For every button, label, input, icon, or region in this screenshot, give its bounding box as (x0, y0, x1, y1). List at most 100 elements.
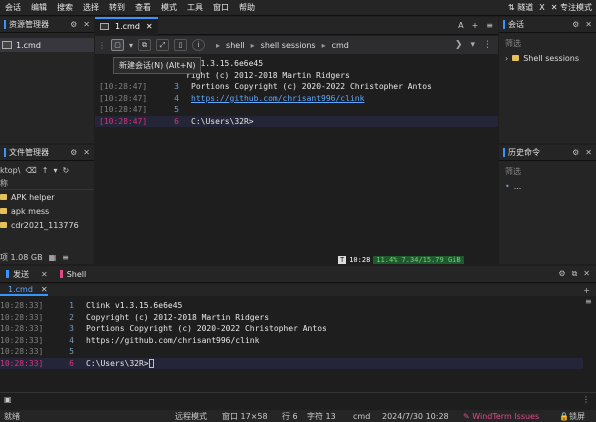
new-tab-button[interactable]: + (472, 21, 479, 30)
close-icon[interactable]: ✕ (583, 269, 590, 279)
menu-session[interactable]: 会话 (0, 2, 26, 13)
bottom-terminal[interactable]: 10:28:33] 1 Clink v1.3.15.6e6e45 10:28:33]… (0, 297, 583, 391)
tab-bottom-1cmd[interactable]: 1.cmd ✕ (0, 284, 48, 296)
close-tab-icon[interactable]: ✕ (41, 285, 48, 294)
x-button[interactable]: X (539, 3, 544, 12)
column-name[interactable]: 称 (0, 178, 8, 189)
status-window: 窗口 17×58 (222, 411, 268, 421)
tab-shell[interactable]: Shell (54, 270, 93, 279)
menu-tools[interactable]: 工具 (182, 2, 208, 13)
issues-link[interactable]: ✎ WindTerm Issues (463, 412, 539, 421)
history-item[interactable]: • ... (499, 179, 596, 193)
folder-icon (0, 222, 7, 228)
more-icon[interactable]: ⋮ (582, 395, 596, 404)
open-session-button[interactable]: ⤢ (156, 39, 170, 51)
next-icon[interactable]: ❯ (455, 40, 463, 50)
menu-mode[interactable]: 模式 (156, 2, 182, 13)
menu-edit[interactable]: 编辑 (26, 2, 52, 13)
status-ready: 就绪 (4, 411, 20, 421)
status-mode[interactable]: 远程模式 (175, 411, 207, 422)
close-icon[interactable]: ✕ (83, 20, 90, 29)
restore-icon[interactable]: ⧉ (572, 269, 578, 279)
history-filter[interactable]: 筛选 (503, 165, 592, 177)
focus-icon: ✕ (550, 3, 558, 12)
menu-goto[interactable]: 转到 (104, 2, 130, 13)
explorer-item-1cmd[interactable]: 1.cmd (0, 38, 94, 52)
list-view-icon[interactable]: ≡ (62, 253, 69, 262)
tab-1cmd[interactable]: 1.cmd ✕ (95, 16, 158, 35)
folder-icon (512, 55, 520, 61)
session-group-shell[interactable]: › Shell sessions (499, 51, 596, 65)
menu-help[interactable]: 帮助 (234, 2, 260, 13)
tunnel-button[interactable]: ⇅ 隧道 (508, 2, 533, 13)
close-icon[interactable]: ✕ (585, 20, 592, 29)
copy-session-button[interactable]: ⧉ (138, 39, 152, 51)
breadcrumb-shell-sessions[interactable]: shell sessions (261, 41, 316, 50)
settings-icon[interactable]: ⚙ (70, 148, 77, 157)
dropdown-icon[interactable]: ▾ (129, 41, 133, 50)
tab-send[interactable]: 发送 ✕ (0, 269, 54, 280)
path-input[interactable]: ktop\ (0, 166, 20, 175)
reconnect-button[interactable]: ▯ (174, 39, 188, 51)
settings-icon[interactable]: ⚙ (558, 269, 565, 279)
timestamp: 10:28:33] (0, 324, 44, 334)
menu-icon[interactable]: ≡ (585, 297, 592, 306)
menu-bar: 会话 编辑 搜索 选择 转到 查看 模式 工具 窗口 帮助 ⇅ 隧道 X ✕ 专… (0, 0, 596, 16)
menu-search[interactable]: 搜索 (52, 2, 78, 13)
status-time: 10:28 (349, 255, 371, 264)
close-tab-icon[interactable]: ✕ (146, 22, 153, 31)
send-icon[interactable]: ▣ (4, 395, 12, 404)
more-icon[interactable]: ⋮ (483, 40, 492, 50)
grid-view-icon[interactable]: ▦ (49, 253, 57, 262)
breadcrumb-cmd[interactable]: cmd (332, 41, 349, 50)
close-icon[interactable]: ✕ (41, 270, 48, 279)
refresh-icon[interactable]: ↻ (62, 166, 69, 175)
font-button[interactable]: A (458, 21, 463, 30)
bottom-tab-bar: 发送 ✕ Shell ⚙ ⧉ ✕ (0, 266, 596, 283)
close-icon[interactable]: ✕ (585, 148, 592, 157)
main-terminal[interactable]: k v1.3.15.6e6e45 right (c) 2012-2018 Mar… (95, 55, 498, 252)
clink-link[interactable]: https://github.com/chrisant996/clink (191, 94, 364, 103)
settings-icon[interactable]: ⚙ (572, 20, 579, 29)
add-tab-icon[interactable]: + (583, 286, 596, 295)
clear-icon[interactable]: ⌫ (25, 166, 36, 175)
timestamp: 10:28:33] (0, 301, 44, 311)
dropdown-icon[interactable]: ▾ (470, 40, 475, 50)
terminal-line: Copyright (c) 2012-2018 Martin Ridgers (86, 312, 270, 322)
sessions-filter[interactable]: 筛选 (503, 37, 592, 49)
settings-icon[interactable]: ⚙ (70, 20, 77, 29)
info-icon[interactable]: i (192, 39, 206, 51)
up-arrow-icon[interactable]: ↑ (42, 166, 49, 175)
file-row[interactable]: apk mess (0, 204, 94, 218)
timestamp: 10:28:33] (0, 335, 44, 345)
sessions-panel: 会话 ⚙ ✕ 筛选 › Shell sessions (499, 17, 596, 143)
close-icon[interactable]: ✕ (83, 148, 90, 157)
file-row[interactable]: APK helper (0, 190, 94, 204)
menu-window[interactable]: 窗口 (208, 2, 234, 13)
terminal-line: right (c) 2012-2018 Martin Ridgers (186, 70, 350, 80)
history-panel: 历史命令 ⚙ ✕ 筛选 • ... (499, 145, 596, 264)
line-number: 5 (174, 105, 179, 115)
new-session-button[interactable]: ▢ (111, 39, 124, 51)
terminal-icon (100, 23, 109, 30)
lock-screen-button[interactable]: 🔒锁屏 (559, 411, 585, 422)
line-number: 5 (69, 347, 74, 357)
line-number: 1 (69, 301, 74, 311)
file-manager-panel: 文件管理器 ⚙ ✕ ktop\ ⌫ ↑ ▾ ↻ 称 APK helper apk … (0, 145, 94, 264)
prompt-line: C:\Users\32R> (86, 358, 149, 368)
dropdown-icon[interactable]: ▾ (53, 166, 57, 175)
text-cursor (148, 358, 154, 368)
menu-view[interactable]: 查看 (130, 2, 156, 13)
settings-icon[interactable]: ⚙ (572, 148, 579, 157)
terminal-status: T 10:28 11.4% 7.34/15.79 GiB (338, 254, 464, 265)
tab-menu-button[interactable]: ≡ (486, 21, 493, 30)
focus-mode-button[interactable]: ✕ 专注模式 (551, 2, 592, 13)
lock-icon: 🔒 (559, 411, 569, 421)
timestamp: 10:28:33] (0, 347, 44, 357)
line-number: 4 (69, 335, 74, 345)
bottom-session-tabs: 1.cmd ✕ + (0, 284, 596, 296)
timestamp: [10:28:47] (99, 93, 148, 103)
file-row[interactable]: cdr2021_113776 (0, 218, 94, 232)
breadcrumb-shell[interactable]: shell (226, 41, 245, 50)
menu-select[interactable]: 选择 (78, 2, 104, 13)
